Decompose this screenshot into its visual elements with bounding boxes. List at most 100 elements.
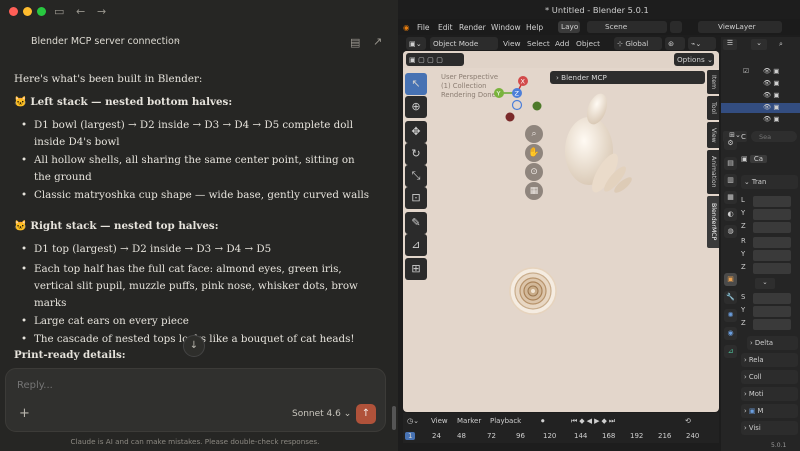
measure-tool[interactable]: ⊿ (405, 234, 427, 256)
scene-add-button[interactable] (670, 21, 682, 33)
menu-window[interactable]: Window (491, 23, 521, 32)
scale-x-field[interactable] (753, 293, 791, 304)
particles-properties-tab[interactable]: ✺ (724, 309, 737, 322)
snap-icon[interactable]: ⌁⌄ (688, 37, 716, 50)
timeline-menu-playback[interactable]: Playback (490, 417, 521, 425)
rotation-y-field[interactable] (753, 250, 791, 261)
menu-render[interactable]: Render (459, 23, 486, 32)
pan-view-button[interactable]: ✋ (525, 144, 543, 162)
modifier-properties-tab[interactable]: 🔧 (724, 291, 737, 304)
move-tool[interactable]: ✥ (405, 121, 427, 143)
relations-section[interactable]: › Rela (741, 353, 798, 367)
pivot-icon[interactable]: ⊛ (665, 37, 685, 50)
menu-edit[interactable]: Edit (438, 23, 453, 32)
mode-selector[interactable]: Object Mode (430, 37, 498, 50)
tab-animation[interactable]: Animation (707, 150, 719, 194)
transform-section[interactable]: ⌄ Tran (741, 175, 798, 189)
timeline-editor-type-icon[interactable]: ◷⌄ (407, 417, 419, 425)
annotate-tool[interactable]: ✎ (405, 212, 427, 234)
tab-blender-mcp[interactable]: BlenderMCP (707, 196, 719, 248)
outliner-row[interactable]: 👁 ▣ (743, 79, 800, 89)
workspace-tab[interactable]: Layo (558, 21, 580, 33)
outliner-search-icon[interactable]: ⌕ (779, 40, 783, 49)
rotation-y-row[interactable]: Y (741, 250, 800, 261)
selection-mode-buttons[interactable]: ▣ ▢ ▢ ▢ (406, 53, 464, 66)
current-frame[interactable]: 1 (405, 432, 416, 440)
object-properties-tab[interactable]: ▣ (724, 273, 737, 286)
menu-add[interactable]: Add (555, 39, 569, 48)
scale-tool[interactable]: ⤡ (405, 165, 427, 187)
tab-tool[interactable]: Tool (707, 96, 719, 120)
delta-transform-section[interactable]: › Delta (747, 336, 798, 350)
scene-selector[interactable]: Scene (587, 21, 667, 33)
camera-view-button[interactable]: ⊙ (525, 163, 543, 181)
timeline-menu-view[interactable]: View (431, 417, 448, 425)
motion-paths-section[interactable]: › Moti (741, 387, 798, 401)
blender-logo-icon[interactable]: ◉ (403, 23, 410, 32)
scene-properties-tab[interactable]: ◐ (724, 208, 737, 221)
physics-properties-tab[interactable]: ◉ (724, 327, 737, 340)
sidebar-toggle-icon[interactable]: ▭ (54, 6, 64, 18)
rotation-x-field[interactable] (753, 237, 791, 248)
scale-y-row[interactable]: Y (741, 306, 800, 317)
transform-tool[interactable]: ⊡ (405, 187, 427, 209)
menu-select[interactable]: Select (527, 39, 550, 48)
render-properties-tab[interactable]: ▤ (724, 157, 737, 170)
rotation-mode-selector[interactable]: ⌄ (755, 278, 775, 289)
scroll-to-bottom-button[interactable]: ↓ (183, 335, 205, 357)
output-properties-tab[interactable]: ▥ (724, 174, 737, 187)
nested-bowls-model[interactable] (508, 266, 558, 316)
timeline-menu-marker[interactable]: Marker (457, 417, 481, 425)
collections-section[interactable]: › Coll (741, 370, 798, 384)
ortho-toggle-button[interactable]: ▦ (525, 182, 543, 200)
tool-properties-tab[interactable]: ⚙ (724, 137, 737, 150)
add-attachment-button[interactable]: + (19, 406, 30, 421)
constraints-properties-tab[interactable]: ⊿ (724, 345, 737, 358)
editor-type-icon[interactable]: ▣⌄ (406, 37, 426, 50)
navigation-gizmo[interactable]: X Y Z (489, 71, 545, 127)
forward-arrow-icon[interactable]: → (97, 6, 106, 18)
outliner-row[interactable]: ☑ 👁 ▣ (743, 67, 800, 77)
menu-file[interactable]: File (417, 23, 430, 32)
rotation-z-field[interactable] (753, 263, 791, 274)
cat-tops-cascade-model[interactable] (553, 81, 643, 206)
scale-z-row[interactable]: Z (741, 319, 800, 330)
location-y-field[interactable] (753, 209, 791, 220)
outliner-editor-icon[interactable]: ☰ (723, 39, 737, 50)
menu-view[interactable]: View (503, 39, 521, 48)
menu-help[interactable]: Help (526, 23, 543, 32)
record-icon[interactable]: ⏺ (541, 417, 545, 426)
model-selector[interactable]: Sonnet 4.6 ⌄ (292, 409, 351, 419)
share-icon[interactable]: ↗ (373, 36, 382, 48)
location-y-row[interactable]: Y (741, 209, 800, 220)
zoom-view-button[interactable]: ⌕ (525, 125, 543, 143)
scale-x-row[interactable]: S (741, 293, 800, 304)
tab-view[interactable]: View (707, 122, 719, 148)
view-layer-selector[interactable]: ViewLayer (698, 21, 782, 33)
location-z-row[interactable]: Z (741, 222, 800, 233)
playback-controls[interactable]: ⏮◆◀▶◆⏭ (571, 417, 617, 426)
reply-input[interactable] (17, 380, 317, 391)
transform-orientation-selector[interactable]: ⊹ Global (614, 37, 662, 50)
scrollbar[interactable] (392, 406, 396, 430)
location-x-row[interactable]: L (741, 196, 800, 207)
loop-icon[interactable]: ⟲ (685, 417, 691, 425)
add-cube-tool[interactable]: ⊞ (405, 258, 427, 280)
options-dropdown[interactable]: Options ⌄ (674, 53, 714, 66)
rotate-tool[interactable]: ↻ (405, 143, 427, 165)
close-window-button[interactable] (9, 7, 18, 16)
send-button[interactable]: ↑ (356, 404, 376, 424)
scale-z-field[interactable] (753, 319, 791, 330)
tab-item[interactable]: Item (707, 70, 719, 94)
scale-y-field[interactable] (753, 306, 791, 317)
chevron-down-icon[interactable]: ⌄ (174, 35, 182, 45)
document-icon[interactable]: ▤ (350, 37, 360, 49)
rotation-z-row[interactable]: Z (741, 263, 800, 274)
motion-blur-section[interactable]: › ▣ M (741, 404, 798, 418)
visibility-section[interactable]: › Visi (741, 421, 798, 435)
location-z-field[interactable] (753, 222, 791, 233)
outliner-row[interactable]: 👁 ▣ (743, 115, 800, 125)
maximize-window-button[interactable] (37, 7, 46, 16)
world-properties-tab[interactable]: ◍ (724, 225, 737, 238)
3d-viewport[interactable]: ▣ ▢ ▢ ▢ Options ⌄ User Perspective (1) C… (403, 51, 719, 412)
